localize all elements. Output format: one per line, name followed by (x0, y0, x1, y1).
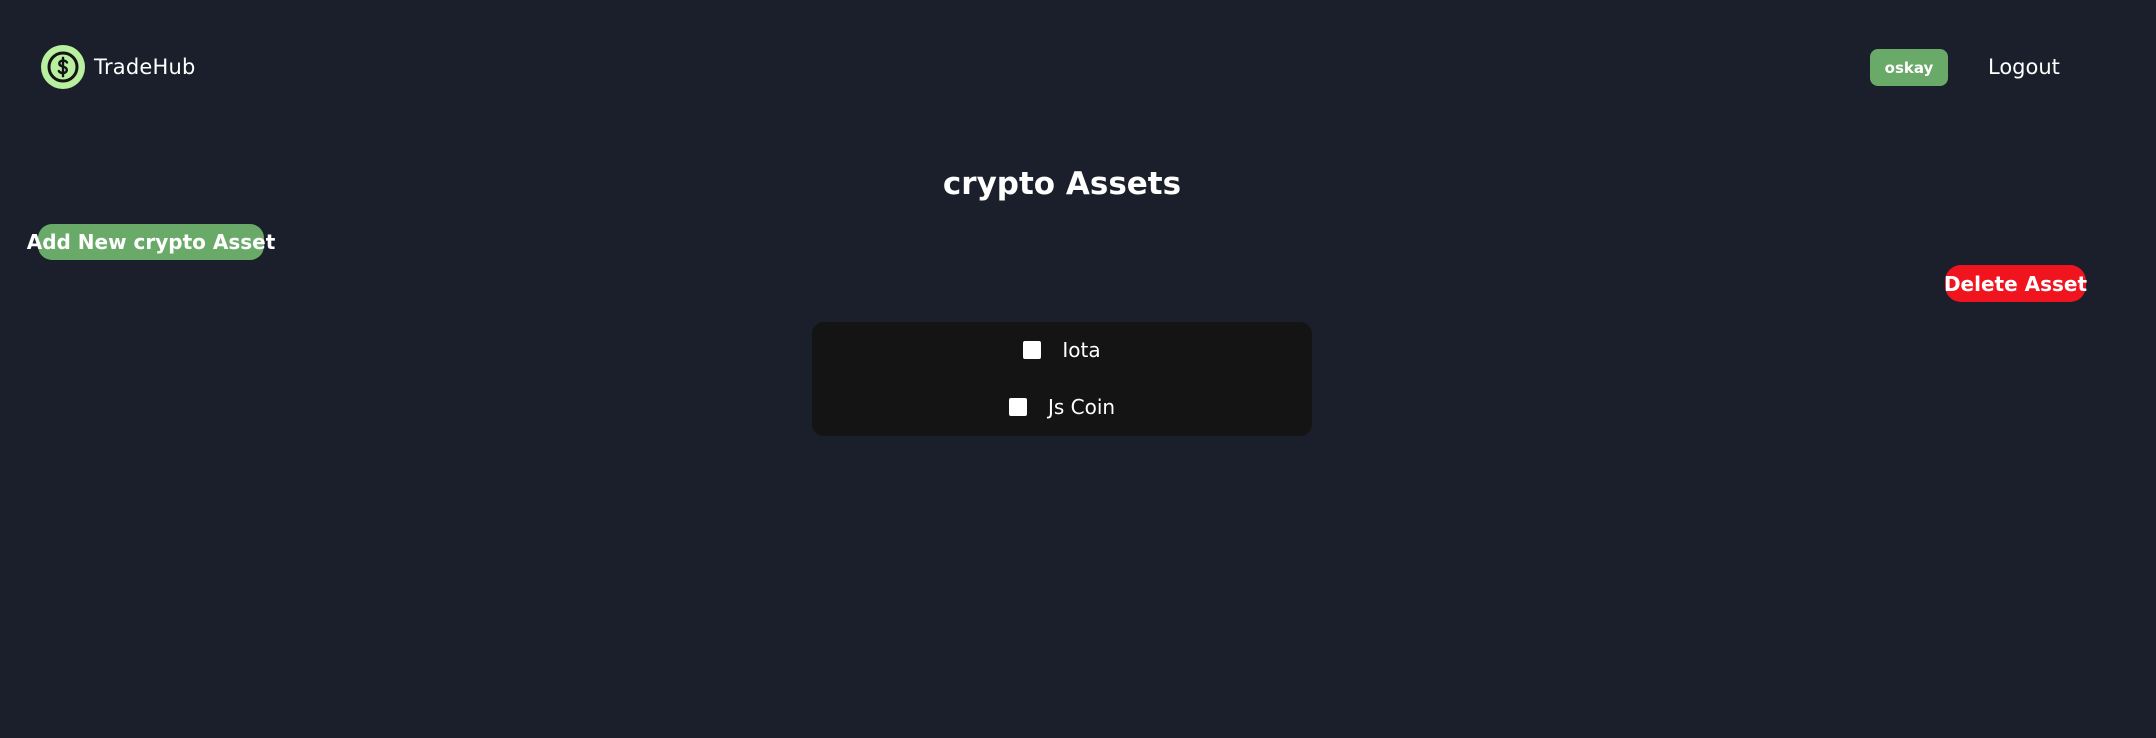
logout-link[interactable]: Logout (1988, 52, 2060, 82)
asset-label: Js Coin (1047, 395, 1116, 419)
asset-label: Iota (1062, 338, 1101, 362)
brand-name: TradeHub (94, 55, 196, 79)
page: TradeHub oskay Logout crypto Assets Add … (0, 0, 2156, 738)
dollar-circle-icon (41, 45, 85, 89)
asset-list: Iota Js Coin (812, 322, 1312, 436)
asset-checkbox-js-coin[interactable] (1008, 398, 1027, 416)
add-asset-button[interactable]: Add New crypto Asset (27, 224, 275, 260)
page-title: crypto Assets (942, 166, 1182, 202)
asset-checkbox-iota[interactable] (1023, 341, 1042, 359)
asset-row-iota[interactable]: Iota (812, 330, 1312, 370)
asset-row-js-coin[interactable]: Js Coin (812, 387, 1312, 427)
delete-asset-button[interactable]: Delete Asset (1944, 265, 2087, 302)
brand[interactable]: TradeHub (41, 45, 196, 89)
user-badge[interactable]: oskay (1870, 49, 1948, 86)
